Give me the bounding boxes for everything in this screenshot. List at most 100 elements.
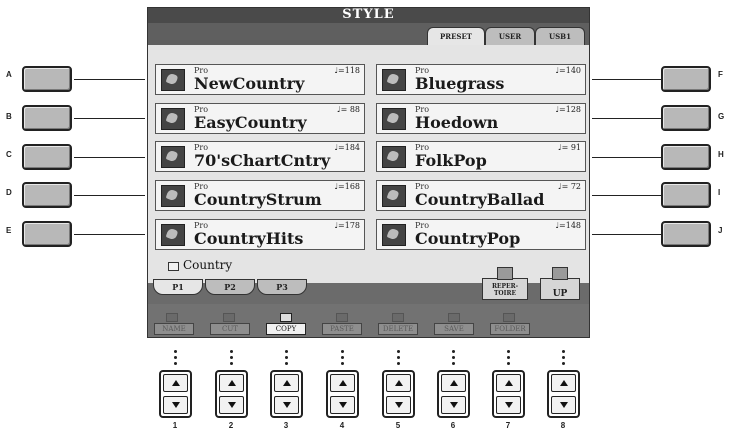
side-button-h-key[interactable]: [661, 144, 711, 170]
arrow-down-icon: [394, 402, 403, 408]
style-tempo: ♩= 72: [557, 182, 581, 191]
paste-button[interactable]: PASTE: [322, 323, 362, 335]
style-name: CountryBallad: [415, 190, 545, 209]
up-button[interactable]: [386, 374, 411, 392]
side-label-a: A: [6, 70, 12, 79]
tab-p1[interactable]: P1: [153, 279, 203, 295]
repertoire-label: REPER- TOIRE: [491, 283, 519, 297]
side-label-g: G: [718, 112, 725, 121]
style-name: EasyCountry: [194, 113, 307, 132]
knob-2[interactable]: [215, 370, 248, 418]
arrow-down-icon: [227, 402, 236, 408]
style-item-easycountry[interactable]: Pro EasyCountry ♩= 88: [155, 103, 365, 134]
style-item-bluegrass[interactable]: Pro Bluegrass ♩=140: [376, 64, 586, 95]
style-item-hoedown[interactable]: Pro Hoedown ♩=128: [376, 103, 586, 134]
delete-icon: [392, 313, 404, 322]
tab-p3[interactable]: P3: [257, 279, 307, 295]
guitar-icon: [382, 185, 406, 207]
cut-button[interactable]: CUT: [210, 323, 250, 335]
connector-line: [74, 157, 145, 158]
style-item-countrystrum[interactable]: Pro CountryStrum ♩=168: [155, 180, 365, 211]
save-button[interactable]: SAVE: [434, 323, 474, 335]
folder-icon: [497, 267, 513, 280]
style-name: NewCountry: [194, 74, 305, 93]
style-item-70schartcntry[interactable]: Pro 70'sChartCntry ♩=184: [155, 141, 365, 172]
knob-8[interactable]: [547, 370, 580, 418]
down-button[interactable]: [330, 396, 355, 414]
knob-number: 5: [395, 421, 401, 430]
tab-user[interactable]: USER: [485, 27, 535, 45]
knob-6[interactable]: [437, 370, 470, 418]
folder-icon: [503, 313, 515, 322]
side-label-e: E: [6, 226, 12, 235]
arrow-down-icon: [338, 402, 347, 408]
side-button-e-key[interactable]: [22, 221, 72, 247]
side-button-d-key[interactable]: [22, 182, 72, 208]
side-button-c-key[interactable]: [22, 144, 72, 170]
knob-number: 7: [505, 421, 511, 430]
knob-4[interactable]: [326, 370, 359, 418]
style-item-countrypop[interactable]: Pro CountryPop ♩=148: [376, 219, 586, 250]
knob-5[interactable]: [382, 370, 415, 418]
side-button-a-key[interactable]: [22, 66, 72, 92]
boot-icon: [161, 224, 185, 246]
up-button[interactable]: UP: [540, 267, 580, 300]
arrow-up-icon: [559, 380, 568, 386]
down-button[interactable]: [274, 396, 299, 414]
style-item-countryballad[interactable]: Pro CountryBallad ♩= 72: [376, 180, 586, 211]
banjo-icon: [382, 69, 406, 91]
up-button[interactable]: [163, 374, 188, 392]
up-button[interactable]: [441, 374, 466, 392]
up-label: UP: [552, 289, 568, 299]
copy-icon: [280, 313, 292, 322]
copy-button[interactable]: COPY: [266, 323, 306, 335]
side-button-j-key[interactable]: [661, 221, 711, 247]
folder-button[interactable]: FOLDER: [490, 323, 530, 335]
down-button[interactable]: [386, 396, 411, 414]
up-button[interactable]: [496, 374, 521, 392]
tab-p2[interactable]: P2: [205, 279, 255, 295]
style-item-folkpop[interactable]: Pro FolkPop ♩= 91: [376, 141, 586, 172]
up-button[interactable]: [274, 374, 299, 392]
cut-icon: [223, 313, 235, 322]
down-button[interactable]: [551, 396, 576, 414]
folder-up-icon: [552, 267, 568, 280]
guitar-icon: [382, 224, 406, 246]
tab-usb1[interactable]: USB1: [535, 27, 585, 45]
side-button-b-key[interactable]: [22, 105, 72, 131]
tab-preset[interactable]: PRESET: [427, 27, 485, 45]
name-button[interactable]: NAME: [154, 323, 194, 335]
up-button[interactable]: [330, 374, 355, 392]
knob-number: 6: [450, 421, 456, 430]
knob-3[interactable]: [270, 370, 303, 418]
delete-button[interactable]: DELETE: [378, 323, 418, 335]
down-button[interactable]: [163, 396, 188, 414]
down-button[interactable]: [496, 396, 521, 414]
up-button[interactable]: [219, 374, 244, 392]
connector-line: [592, 118, 661, 119]
arrow-down-icon: [504, 402, 513, 408]
knob-7[interactable]: [492, 370, 525, 418]
dotted-line: [230, 350, 233, 368]
knob-number: 3: [283, 421, 289, 430]
repertoire-button[interactable]: REPER- TOIRE: [482, 267, 528, 300]
style-name: 70'sChartCntry: [194, 151, 331, 170]
style-tempo: ♩=148: [555, 221, 581, 230]
down-button[interactable]: [441, 396, 466, 414]
folder-checkbox[interactable]: [168, 262, 179, 271]
connector-line: [592, 157, 661, 158]
arrow-down-icon: [171, 402, 180, 408]
style-tempo: ♩=178: [334, 221, 360, 230]
side-button-g-key[interactable]: [661, 105, 711, 131]
side-button-f-key[interactable]: [661, 66, 711, 92]
style-item-newcountry[interactable]: Pro NewCountry ♩=118: [155, 64, 365, 95]
side-label-c: C: [6, 150, 12, 159]
dotted-line: [397, 350, 400, 368]
down-button[interactable]: [219, 396, 244, 414]
side-button-i-key[interactable]: [661, 182, 711, 208]
knob-1[interactable]: [159, 370, 192, 418]
up-button[interactable]: [551, 374, 576, 392]
lcd-screen: STYLE PRESET USER USB1 Pro NewCountry ♩=…: [147, 7, 590, 338]
style-item-countryhits[interactable]: Pro CountryHits ♩=178: [155, 219, 365, 250]
knob-number: 1: [172, 421, 178, 430]
